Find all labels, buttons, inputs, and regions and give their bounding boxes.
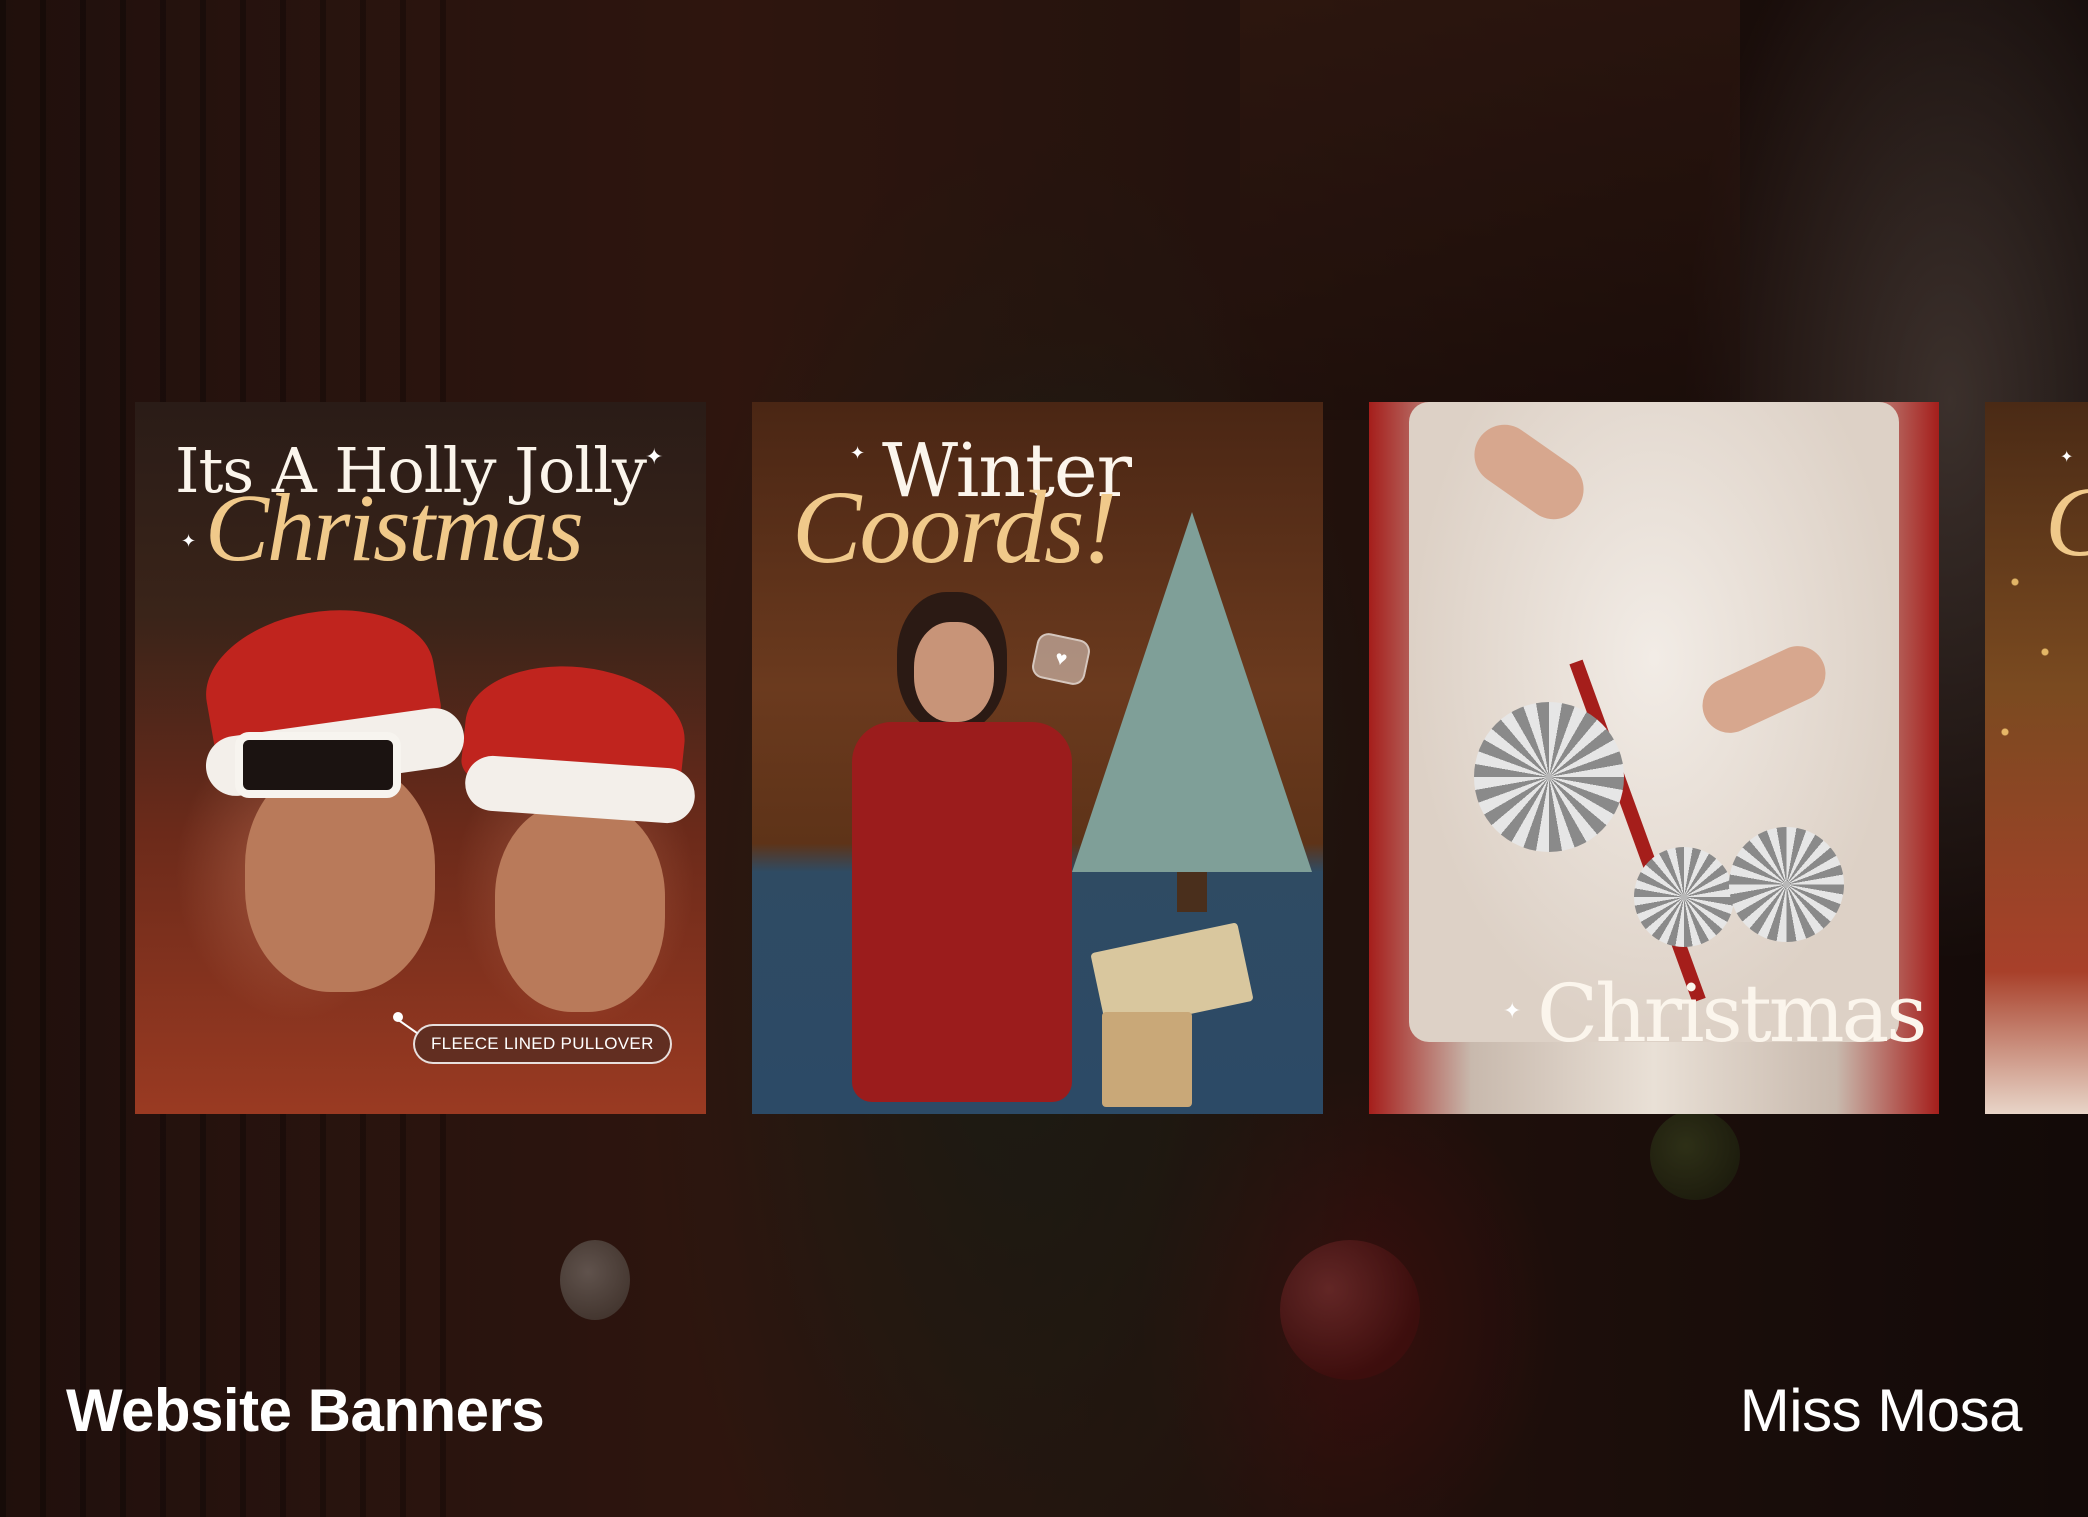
section-title: Website Banners: [66, 1377, 545, 1444]
model-face-right: [495, 802, 665, 1012]
banner-headline-script: Coords!: [792, 470, 1117, 585]
banner-card-partial[interactable]: C ✦: [1985, 402, 2088, 1114]
sunglasses: [235, 732, 401, 798]
client-name: Miss Mosa: [1739, 1377, 2023, 1444]
disco-ball-medium: [1729, 827, 1844, 942]
banner-headline: Christmas: [1537, 967, 1927, 1060]
model-face: [914, 622, 994, 722]
product-tag[interactable]: FLEECE LINED PULLOVER: [413, 1024, 672, 1064]
sparkle-icon: ✦: [850, 443, 866, 463]
tree-trunk: [1177, 872, 1207, 912]
sparkle-icon: ✦: [2060, 449, 2074, 466]
sparkle-icon: ✦: [1503, 998, 1522, 1023]
banner-card-winter-coords[interactable]: Winter Coords! ✦ ♥: [752, 402, 1323, 1114]
disco-ball-large: [1474, 702, 1624, 852]
model-red-outfit: [852, 722, 1072, 1102]
banner-card-holly-jolly[interactable]: Its A Holly Jolly Christmas ✦ ✦ FLEECE L…: [135, 402, 706, 1114]
banner-headline-script: Christmas: [205, 474, 584, 581]
disco-ball-small: [1634, 847, 1734, 947]
banner-headline-script: C: [2045, 472, 2088, 572]
sparkle-icon: ✦: [645, 444, 664, 469]
heart-glyph: ♥: [1053, 646, 1070, 671]
faux-fur-coat: [1409, 402, 1899, 1042]
coffee-cup-holder: [1102, 1012, 1192, 1107]
banner-card-christmas[interactable]: Christmas ✦: [1369, 402, 1939, 1114]
showcase-stage: Its A Holly Jolly Christmas ✦ ✦ FLEECE L…: [0, 0, 2088, 1517]
sparkle-icon: ✦: [181, 531, 197, 551]
